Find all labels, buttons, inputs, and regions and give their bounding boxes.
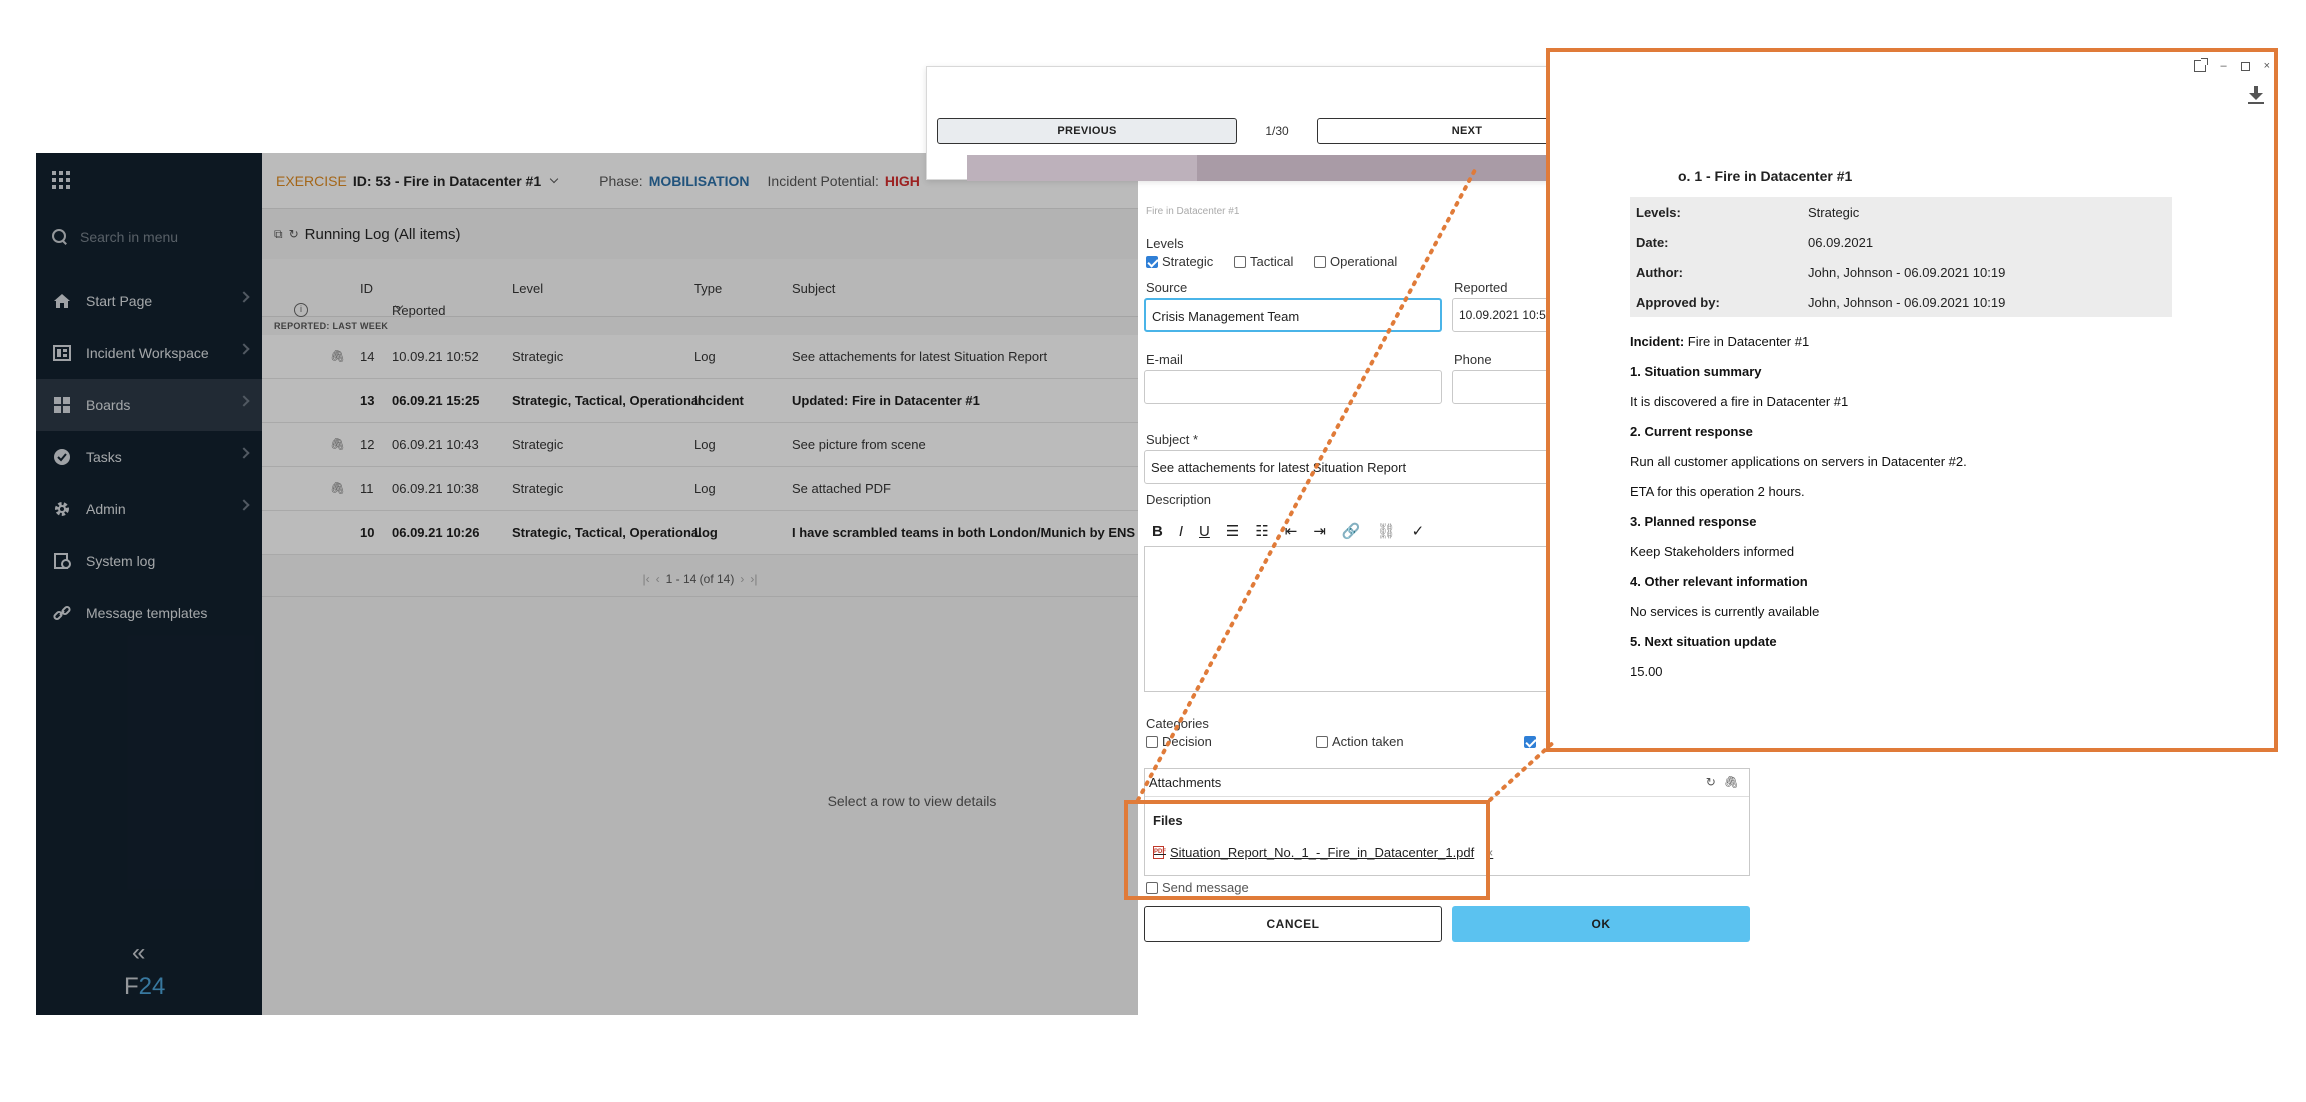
category-third[interactable] — [1524, 734, 1540, 749]
reported-label: Reported — [1454, 280, 1508, 295]
close-icon[interactable]: × — [2264, 60, 2270, 72]
attachments-label: Attachments — [1149, 775, 1222, 790]
meta-key: Date: — [1636, 235, 1669, 250]
document-meta-table: Levels: Strategic Date: 06.09.2021 Author:… — [1630, 197, 2172, 317]
meta-value: John, Johnson - 06.09.2021 10:19 — [1808, 265, 2006, 280]
maximize-icon[interactable] — [2240, 61, 2250, 71]
minimize-icon[interactable]: – — [2220, 60, 2226, 72]
spellcheck-icon[interactable]: ✓ — [1412, 522, 1425, 540]
meta-value: John, Johnson - 06.09.2021 10:19 — [1808, 295, 2006, 310]
outdent-icon[interactable]: ⇤ — [1285, 522, 1298, 540]
attachments-header: Attachments ↻ 🖇 — [1145, 769, 1749, 797]
checkbox-checked-icon[interactable] — [1146, 256, 1158, 268]
checkbox-checked-icon[interactable] — [1524, 736, 1536, 748]
meta-row: Author: John, Johnson - 06.09.2021 10:19 — [1630, 257, 2172, 287]
meta-row: Levels: Strategic — [1630, 197, 2172, 227]
page-counter: 1/30 — [1265, 124, 1289, 138]
bullet-list-icon[interactable]: ☰ — [1226, 522, 1239, 540]
window-controls: – × — [2194, 58, 2270, 72]
bold-button[interactable]: B — [1152, 523, 1163, 540]
section-text: Run all customer applications on servers… — [1630, 454, 1967, 469]
subject-label: Subject * — [1146, 432, 1199, 447]
description-label: Description — [1146, 492, 1212, 507]
attach-icon[interactable]: 🖇 — [1724, 775, 1739, 789]
section-heading: 1. Situation summary — [1630, 364, 1762, 379]
meta-row: Approved by: John, Johnson - 06.09.2021 1… — [1630, 287, 2172, 317]
incident-line-label: Incident: — [1630, 334, 1685, 349]
document-preview-window: – × o. 1 - Fire in Datacenter #1 Levels:… — [1546, 48, 2278, 752]
meta-key: Author: — [1636, 265, 1683, 280]
email-field[interactable] — [1144, 370, 1442, 404]
category-action-taken[interactable]: Action taken — [1316, 734, 1404, 749]
numbered-list-icon[interactable]: ☷ — [1255, 522, 1268, 540]
incident-line: Incident: Fire in Datacenter #1 — [1630, 334, 1809, 349]
unlink-icon[interactable]: ⛓ — [1377, 522, 1396, 540]
checkbox-icon[interactable] — [1316, 736, 1328, 748]
refresh-icon[interactable]: ↻ — [1706, 775, 1716, 789]
section-text: ETA for this operation 2 hours. — [1630, 484, 1805, 499]
section-text: Keep Stakeholders informed — [1630, 544, 1795, 559]
subject-field[interactable]: See attachements for latest Situation Re… — [1144, 450, 1564, 484]
levels-label: Levels — [1146, 236, 1184, 251]
checkbox-icon[interactable] — [1234, 256, 1246, 268]
modal-overlay — [36, 153, 1138, 1015]
phone-label: Phone — [1454, 352, 1492, 367]
italic-button[interactable]: I — [1179, 523, 1183, 540]
source-field[interactable]: Crisis Management Team — [1144, 298, 1442, 332]
categories-label: Categories — [1146, 716, 1209, 731]
checkbox-icon[interactable] — [1314, 256, 1326, 268]
popout-icon[interactable] — [2194, 58, 2209, 72]
level-operational[interactable]: Operational — [1314, 254, 1397, 269]
incident-line-value: Fire in Datacenter #1 — [1687, 334, 1810, 349]
category-action-taken-label: Action taken — [1332, 734, 1404, 749]
checkbox-icon[interactable] — [1146, 736, 1158, 748]
section-heading: 2. Current response — [1630, 424, 1753, 439]
previous-button[interactable]: PREVIOUS — [937, 118, 1237, 144]
files-highlight — [1124, 800, 1490, 900]
ok-button[interactable]: OK — [1452, 906, 1750, 942]
app-window: Search in menu Start Page Incident Works… — [36, 153, 1138, 1015]
cancel-button[interactable]: CANCEL — [1144, 906, 1442, 942]
level-strategic[interactable]: Strategic — [1146, 254, 1213, 269]
document-title: o. 1 - Fire in Datacenter #1 — [1678, 168, 1853, 184]
indent-icon[interactable]: ⇥ — [1313, 522, 1326, 540]
category-decision[interactable]: Decision — [1146, 734, 1212, 749]
meta-row: Date: 06.09.2021 — [1630, 227, 2172, 257]
download-icon[interactable] — [2248, 86, 2264, 104]
level-operational-label: Operational — [1330, 254, 1398, 269]
level-strategic-label: Strategic — [1162, 254, 1214, 269]
meta-value: Strategic — [1808, 205, 1860, 220]
level-tactical[interactable]: Tactical — [1234, 254, 1293, 269]
section-heading: 4. Other relevant information — [1630, 574, 1808, 589]
underline-button[interactable]: U — [1199, 523, 1210, 540]
section-text: No services is currently available — [1630, 604, 1820, 619]
section-heading: 3. Planned response — [1630, 514, 1757, 529]
meta-key: Approved by: — [1636, 295, 1720, 310]
level-tactical-label: Tactical — [1250, 254, 1294, 269]
link-icon[interactable]: 🔗 — [1342, 522, 1361, 540]
email-label: E-mail — [1146, 352, 1183, 367]
category-decision-label: Decision — [1162, 734, 1212, 749]
incident-hint: Fire in Datacenter #1 — [1146, 206, 1240, 217]
meta-key: Levels: — [1636, 205, 1681, 220]
section-text: 15.00 — [1630, 664, 1663, 679]
section-heading: 5. Next situation update — [1630, 634, 1777, 649]
source-label: Source — [1146, 280, 1188, 295]
section-text: It is discovered a fire in Datacenter #1 — [1630, 394, 1849, 409]
meta-value: 06.09.2021 — [1808, 235, 1874, 250]
